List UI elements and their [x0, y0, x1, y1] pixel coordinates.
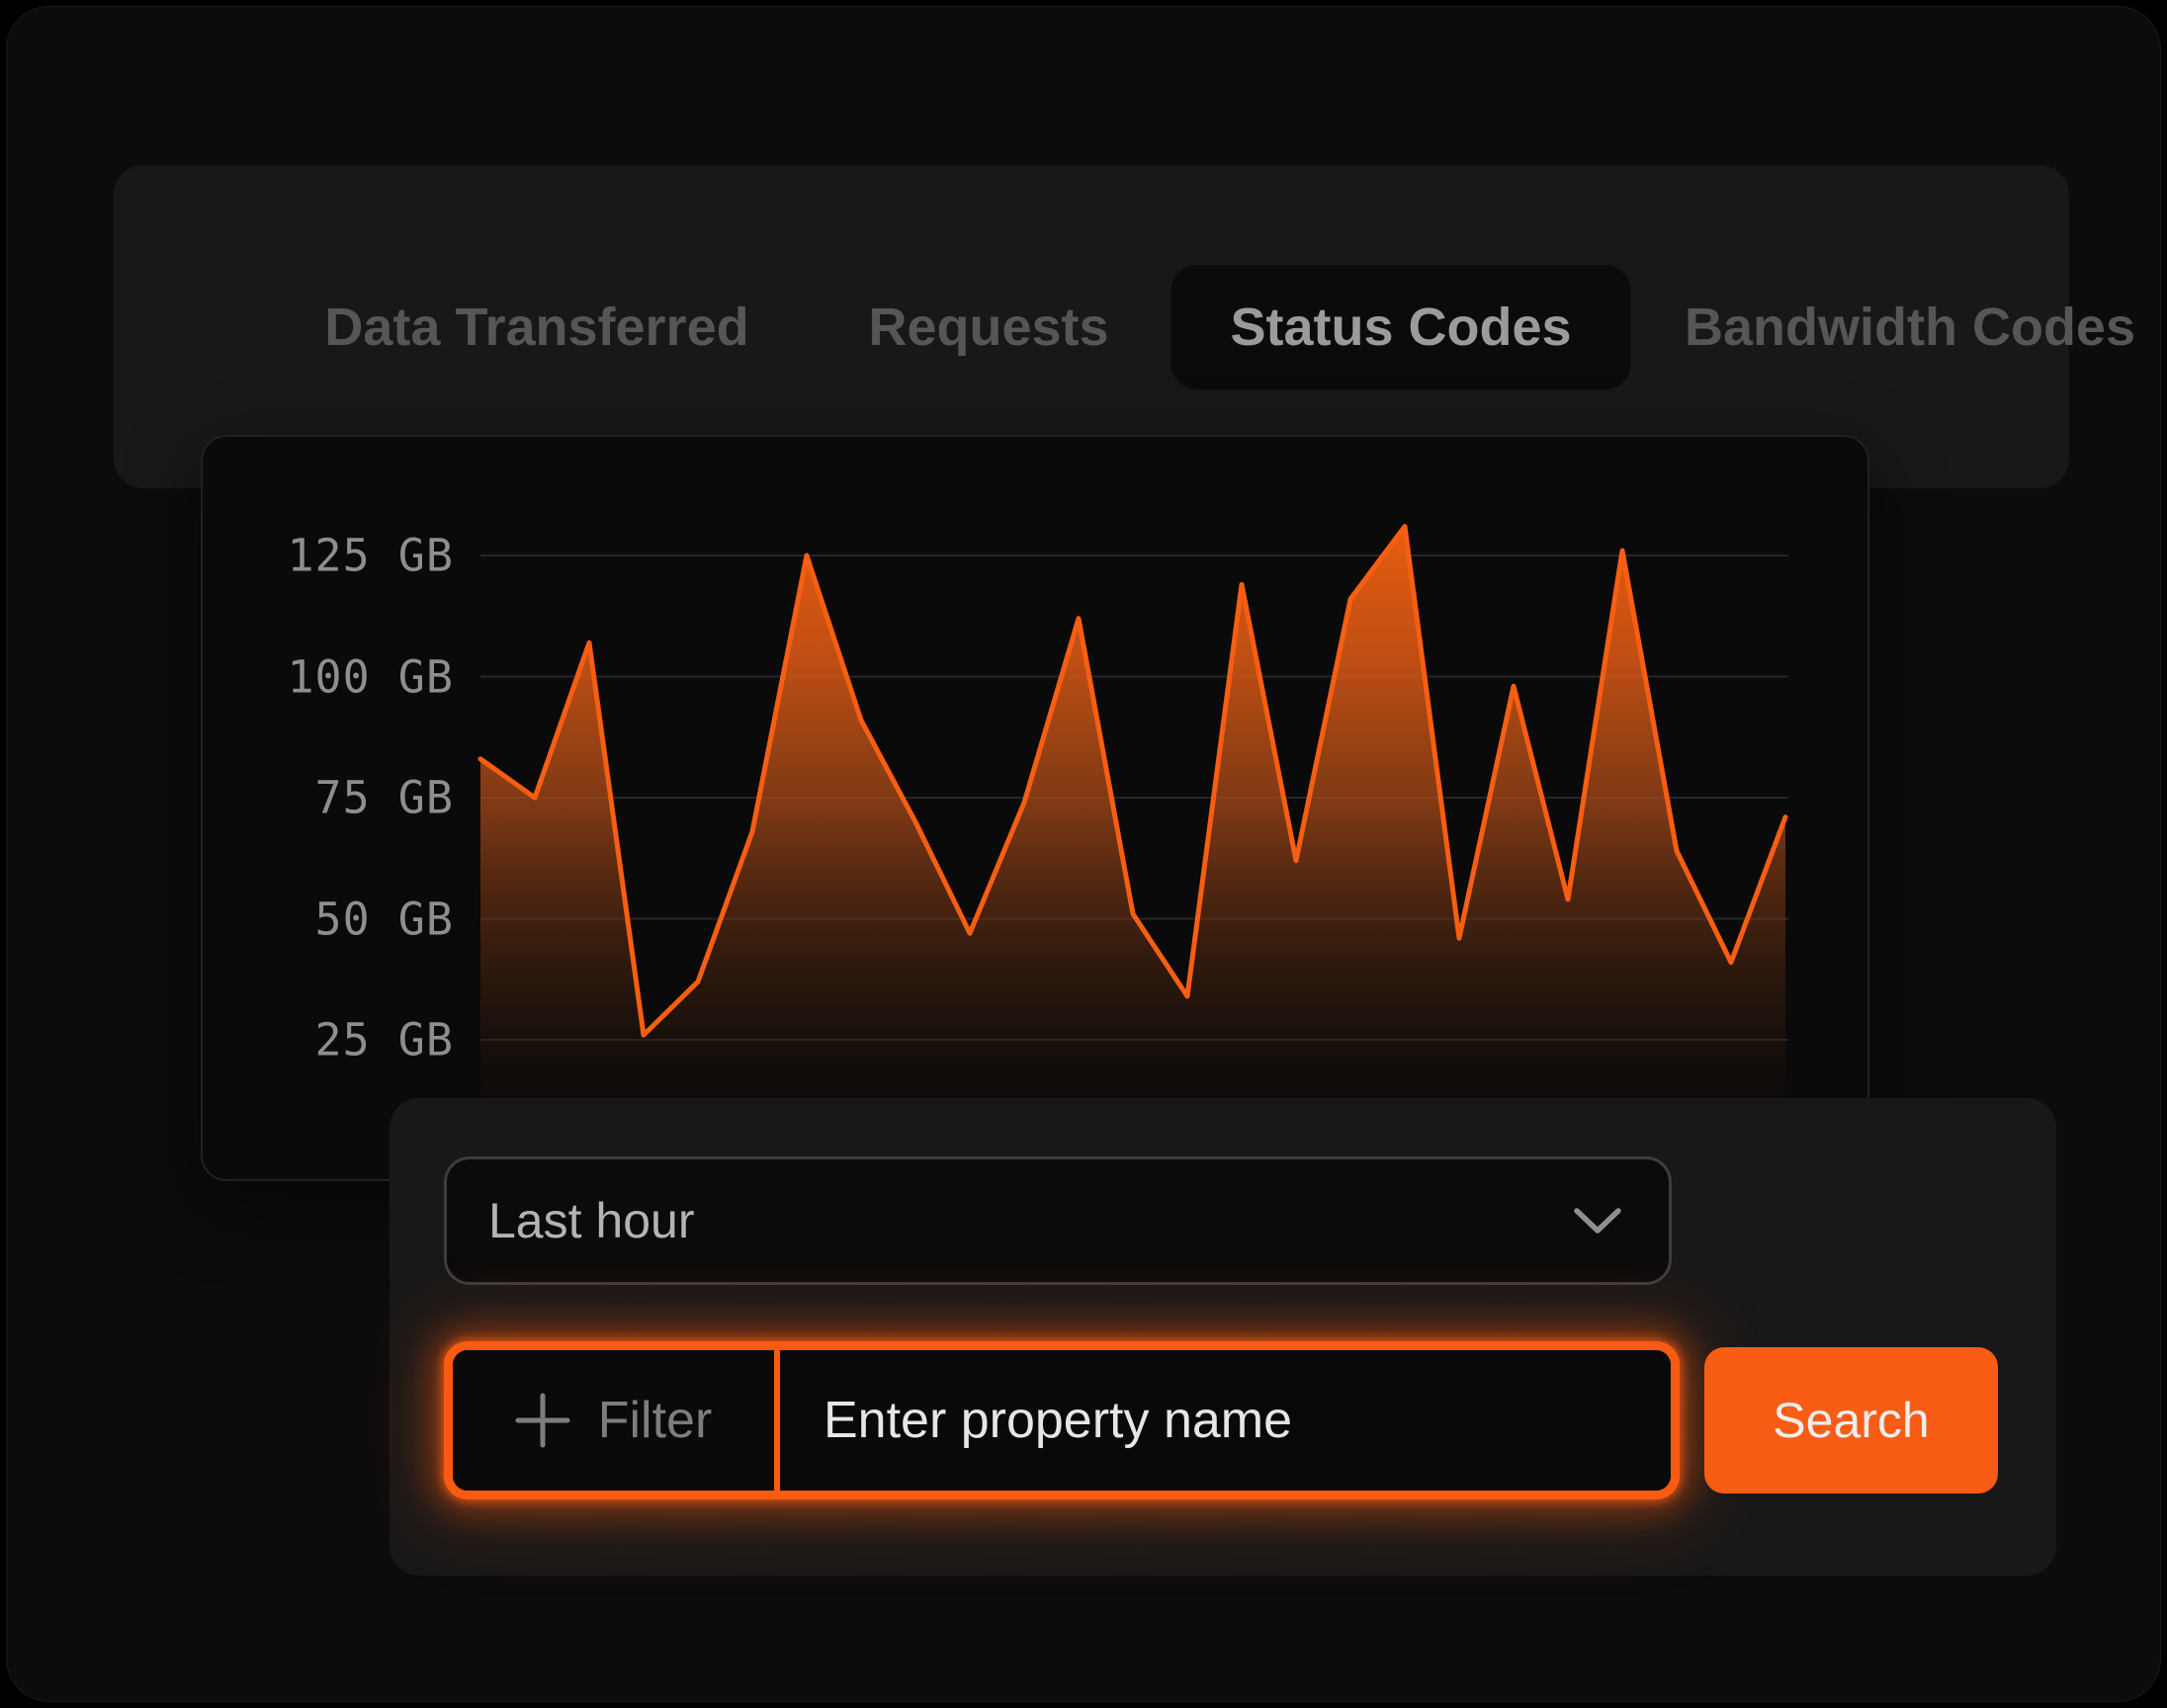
app-window: Data Transferred Requests Status Codes B… [0, 0, 2167, 1708]
area-chart-svg [203, 437, 1871, 1183]
chart-card: 125 GB100 GB75 GB50 GB25 GB [201, 435, 1869, 1181]
property-name-input[interactable] [780, 1350, 1671, 1491]
chart-area-fill [480, 527, 1785, 1161]
time-range-value: Last hour [488, 1192, 694, 1249]
filter-row: Filter [444, 1341, 1680, 1499]
filter-button-label: Filter [598, 1391, 713, 1450]
tab-status-codes[interactable]: Status Codes [1170, 265, 1630, 389]
time-range-select[interactable]: Last hour [444, 1156, 1672, 1285]
tab-requests[interactable]: Requests [868, 297, 1108, 358]
controls-panel: Last hour Filter Search [390, 1098, 2056, 1576]
app-surface: Data Transferred Requests Status Codes B… [6, 6, 2161, 1702]
search-button[interactable]: Search [1704, 1347, 1998, 1494]
tab-data-transferred[interactable]: Data Transferred [324, 297, 748, 358]
add-filter-button[interactable]: Filter [453, 1350, 774, 1491]
chevron-down-icon [1574, 1208, 1621, 1235]
plus-icon [515, 1393, 570, 1448]
tab-status-codes-label: Status Codes [1230, 297, 1571, 358]
tab-bandwidth-codes[interactable]: Bandwidth Codes [1685, 297, 2135, 358]
